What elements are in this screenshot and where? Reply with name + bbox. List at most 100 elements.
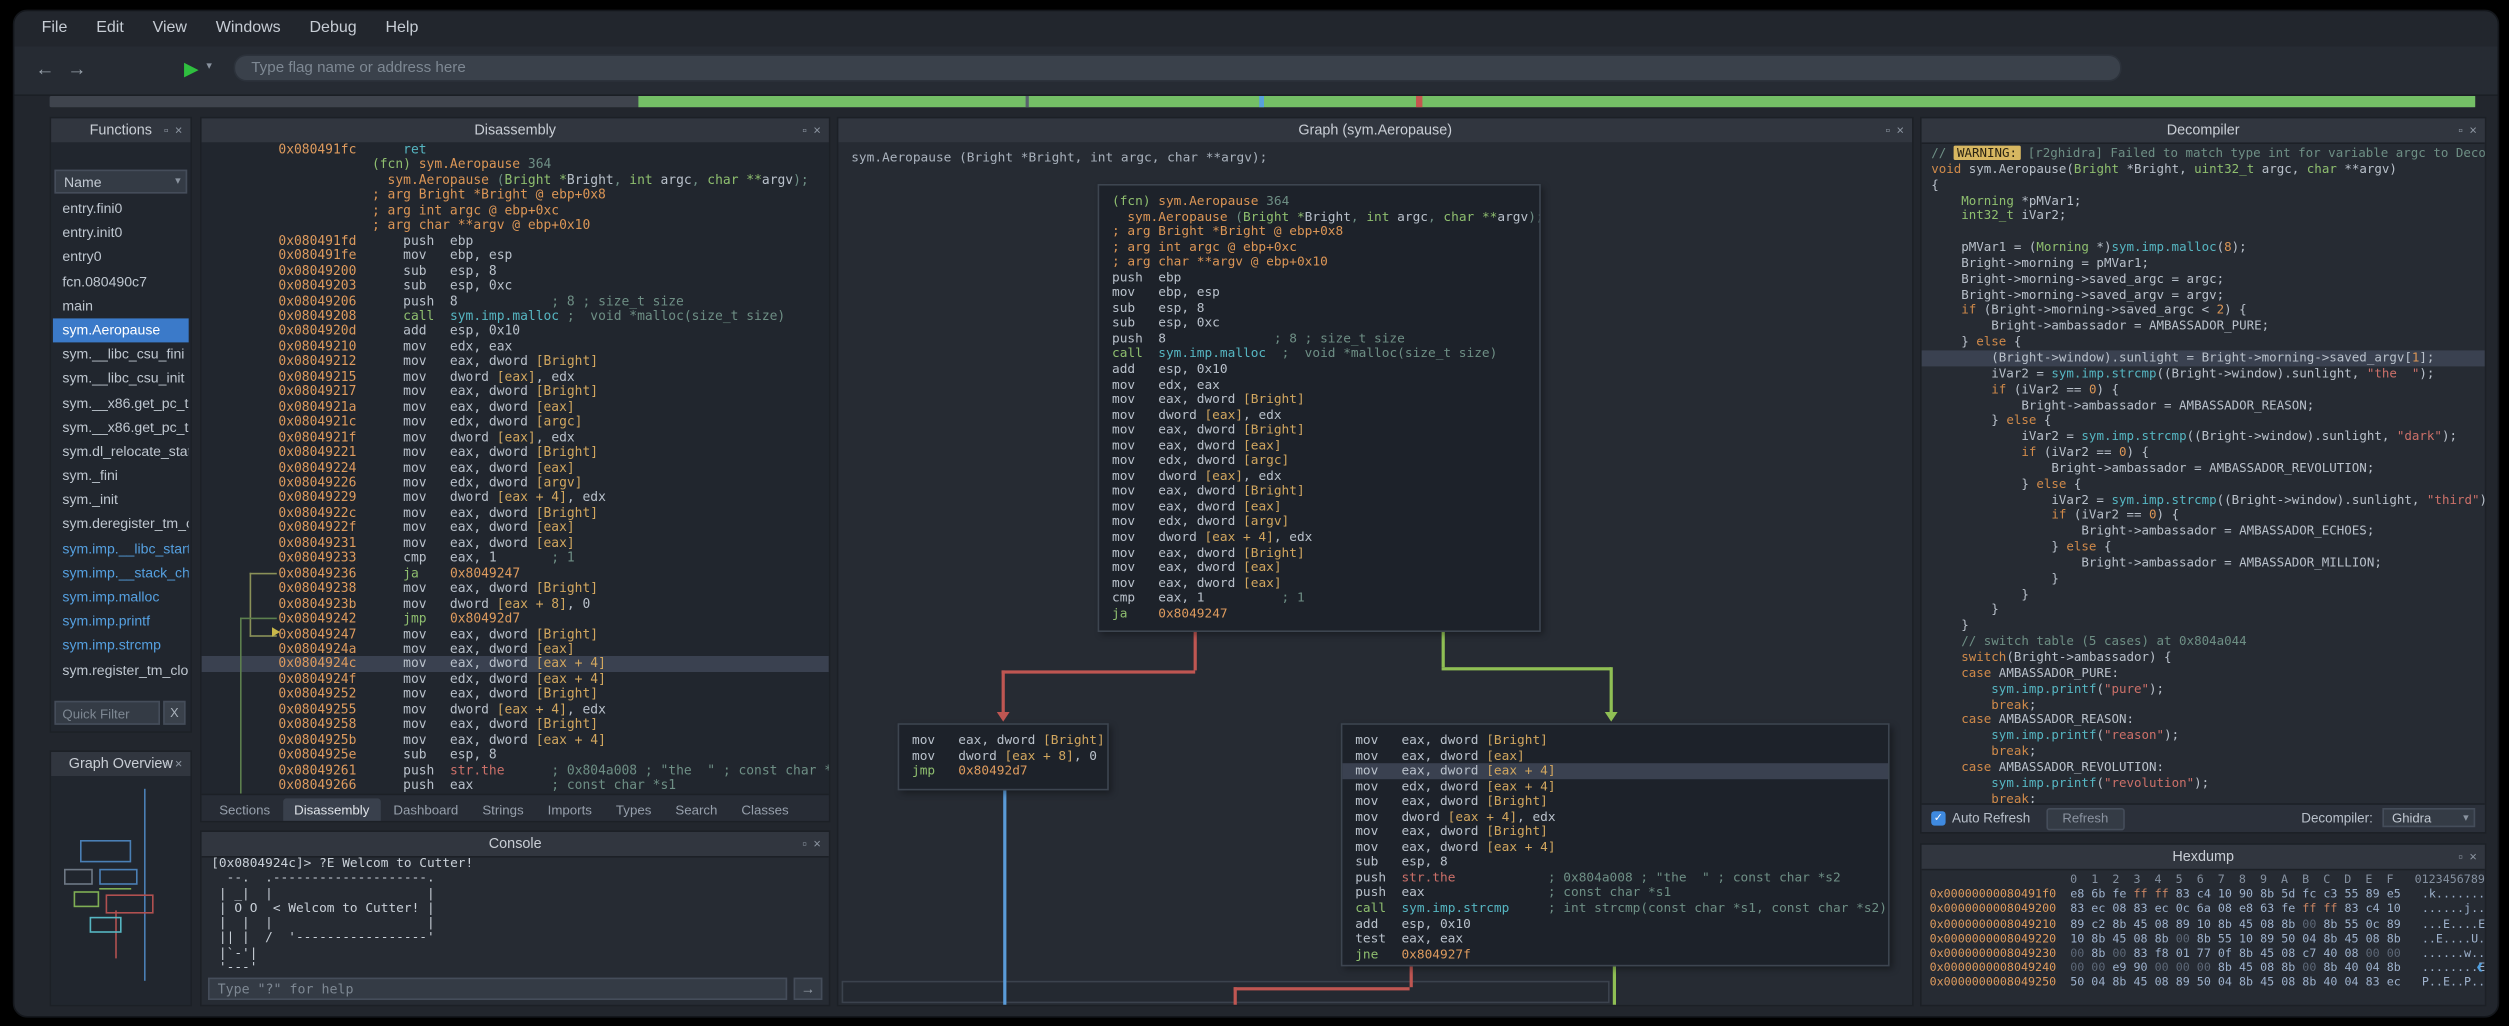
code-line[interactable]: sym.imp.printf("reason"); [1922, 728, 2485, 744]
debug-start-icon[interactable]: ▶ [184, 54, 199, 83]
code-line[interactable]: mov eax, dword [Bright] [1342, 824, 1888, 839]
close-icon[interactable]: × [2466, 118, 2480, 142]
graph-titlebar[interactable]: Graph (sym.Aeropause) ▫× [838, 118, 1912, 144]
code-line[interactable]: 0x08049266 push eax ; const char *s1 [202, 778, 829, 793]
graph-view[interactable]: sym.Aeropause (Bright *Bright, int argc,… [838, 142, 1912, 1004]
code-line[interactable]: mov dword [eax], edx [1099, 407, 1539, 422]
code-line[interactable]: (Bright->window).sunlight = Bright->morn… [1922, 350, 2485, 366]
code-line[interactable]: iVar2 = sym.imp.strcmp((Bright->window).… [1922, 492, 2485, 508]
function-list-item[interactable]: sym.Aeropause [53, 318, 189, 342]
code-line[interactable]: mov eax, dword [Bright] [1099, 392, 1539, 407]
hexdump-row[interactable]: 0x0000000008049250 50 04 8b 45 08 89 50 … [1922, 975, 2485, 990]
code-line[interactable]: mov dword [eax + 4], edx [1099, 530, 1539, 545]
code-line[interactable] [1922, 224, 2485, 240]
quick-filter-input[interactable] [54, 701, 160, 725]
code-line[interactable]: sym.Aeropause (Bright *Bright, int argc,… [1099, 209, 1539, 224]
auto-refresh-checkbox[interactable]: ✓ [1931, 811, 1945, 825]
back-button[interactable]: ← [30, 54, 59, 83]
code-line[interactable]: mov dword [eax], edx [1099, 469, 1539, 484]
console-titlebar[interactable]: Console ▫× [202, 832, 829, 858]
code-line[interactable]: } [1922, 571, 2485, 587]
function-list-item[interactable]: sym.__libc_csu_init [53, 367, 189, 391]
tab-search[interactable]: Search [664, 798, 728, 820]
code-line[interactable]: (fcn) sym.Aeropause 364 [1099, 194, 1539, 209]
graph-overview-minimap[interactable] [51, 776, 190, 1005]
menu-help[interactable]: Help [371, 11, 433, 46]
function-list-item[interactable]: sym.imp.printf [53, 610, 189, 634]
code-line[interactable]: // switch table (5 cases) at 0x804a044 [1922, 634, 2485, 650]
tab-disassembly[interactable]: Disassembly [283, 798, 381, 820]
code-line[interactable]: Bright->morning = pMVar1; [1922, 256, 2485, 272]
code-line[interactable]: mov edx, dword [argv] [1099, 514, 1539, 529]
code-line[interactable]: ; arg char **argv @ ebp+0x10 [1099, 255, 1539, 270]
code-line[interactable]: mov dword [eax + 4], edx [1342, 809, 1888, 824]
forward-button[interactable]: → [62, 54, 91, 83]
refresh-button[interactable]: Refresh [2046, 808, 2124, 830]
code-line[interactable]: ja 0x8049247 [1099, 606, 1539, 621]
close-icon[interactable]: × [2466, 845, 2480, 869]
hexdump-row[interactable]: 0x0000000008049210 89 c2 8b 45 08 89 10 … [1922, 916, 2485, 931]
code-line[interactable]: Bright->ambassador = AMBASSADOR_ECHOES; [1922, 524, 2485, 540]
code-line[interactable]: mov ebp, esp [1099, 285, 1539, 300]
tab-sections[interactable]: Sections [208, 798, 281, 820]
code-line[interactable]: sym.imp.printf("revolution"); [1922, 776, 2485, 792]
code-line[interactable]: mov edx, eax [1099, 377, 1539, 392]
functions-sort-header[interactable]: Name ▾ [54, 170, 187, 194]
tab-imports[interactable]: Imports [536, 798, 603, 820]
code-line[interactable]: Bright->ambassador = AMBASSADOR_REVOLUTI… [1922, 461, 2485, 477]
code-line[interactable]: mov dword [eax + 8], 0 [899, 748, 1107, 763]
menu-file[interactable]: File [27, 11, 82, 46]
code-line[interactable]: push ebp [1099, 270, 1539, 285]
code-line[interactable]: if (iVar2 == 0) { [1922, 508, 2485, 524]
function-list-item[interactable]: sym.deregister_tm_clones [53, 513, 189, 537]
code-line[interactable]: } [1922, 587, 2485, 603]
hexdump-row[interactable]: 0x00000000080491f0 e8 6b fe ff ff 83 c4 … [1922, 887, 2485, 902]
code-line[interactable]: break; [1922, 697, 2485, 713]
function-list-item[interactable]: sym.imp.__libc_start_main [53, 537, 189, 561]
code-line[interactable]: } [1922, 602, 2485, 618]
popout-icon[interactable]: ▫ [799, 832, 810, 856]
code-line[interactable]: mov eax, dword [eax] [1099, 438, 1539, 453]
code-line[interactable]: mov edx, dword [eax + 4] [1342, 779, 1888, 794]
code-line[interactable]: } else { [1922, 335, 2485, 351]
code-line[interactable]: mov eax, dword [eax] [1342, 748, 1888, 763]
close-icon[interactable]: × [172, 752, 186, 776]
code-line[interactable]: ; arg Bright *Bright @ ebp+0x8 [1099, 224, 1539, 239]
popout-icon[interactable]: ▫ [161, 752, 172, 776]
code-line[interactable]: sym.imp.printf("pure"); [1922, 681, 2485, 697]
graph-node-entry[interactable]: (fcn) sym.Aeropause 364 sym.Aeropause (B… [1098, 184, 1541, 632]
tab-types[interactable]: Types [605, 798, 663, 820]
close-icon[interactable]: × [810, 118, 824, 142]
code-line[interactable]: pMVar1 = (Morning *)sym.imp.malloc(8); [1922, 240, 2485, 256]
tab-classes[interactable]: Classes [730, 798, 800, 820]
code-line[interactable]: case AMBASSADOR_REVOLUTION: [1922, 760, 2485, 776]
code-line[interactable]: if (iVar2 == 0) { [1922, 445, 2485, 461]
code-line[interactable]: } [1922, 618, 2485, 634]
graph-node-true-branch[interactable]: mov eax, dword [Bright] mov eax, dword [e… [1341, 723, 1890, 966]
code-line[interactable]: } else { [1922, 413, 2485, 429]
code-line[interactable]: if (Bright->morning->saved_argc < 2) { [1922, 303, 2485, 319]
function-list-item[interactable]: sym.imp.__stack_chk_fail [53, 561, 189, 585]
function-list-item[interactable]: sym.imp.strcmp [53, 634, 189, 658]
graph-overview-titlebar[interactable]: Graph Overview ▫× [51, 752, 190, 778]
quick-filter-clear-button[interactable]: X [163, 701, 185, 725]
function-list-item[interactable]: sym.imp.malloc [53, 586, 189, 610]
functions-panel-titlebar[interactable]: Functions ▫× [51, 118, 190, 144]
function-list-item[interactable]: sym.__x86.get_pc_thunk.bp [53, 391, 189, 415]
code-line[interactable]: cmp eax, 1 ; 1 [1099, 591, 1539, 606]
popout-icon[interactable]: ▫ [799, 118, 810, 142]
code-line[interactable]: push 8 ; 8 ; size_t size [1099, 331, 1539, 346]
code-line[interactable]: Bright->ambassador = AMBASSADOR_MILLION; [1922, 555, 2485, 571]
decompiler-titlebar[interactable]: Decompiler ▫× [1922, 118, 2485, 144]
disassembly-titlebar[interactable]: Disassembly ▫× [202, 118, 829, 144]
code-line[interactable]: mov eax, dword [Bright] [1099, 545, 1539, 560]
close-icon[interactable]: × [172, 118, 186, 142]
code-line[interactable]: void sym.Aeropause(Bright *Bright, uint3… [1922, 161, 2485, 177]
debug-dropdown-icon[interactable]: ▾ [206, 59, 212, 72]
function-list-item[interactable]: sym.__libc_csu_fini [53, 343, 189, 367]
code-line[interactable]: mov edx, dword [argc] [1099, 453, 1539, 468]
address-search-input[interactable] [234, 54, 2122, 81]
close-icon[interactable]: × [810, 832, 824, 856]
console-command-input[interactable] [208, 978, 787, 1000]
hexdump-titlebar[interactable]: Hexdump ▫× [1922, 845, 2485, 871]
